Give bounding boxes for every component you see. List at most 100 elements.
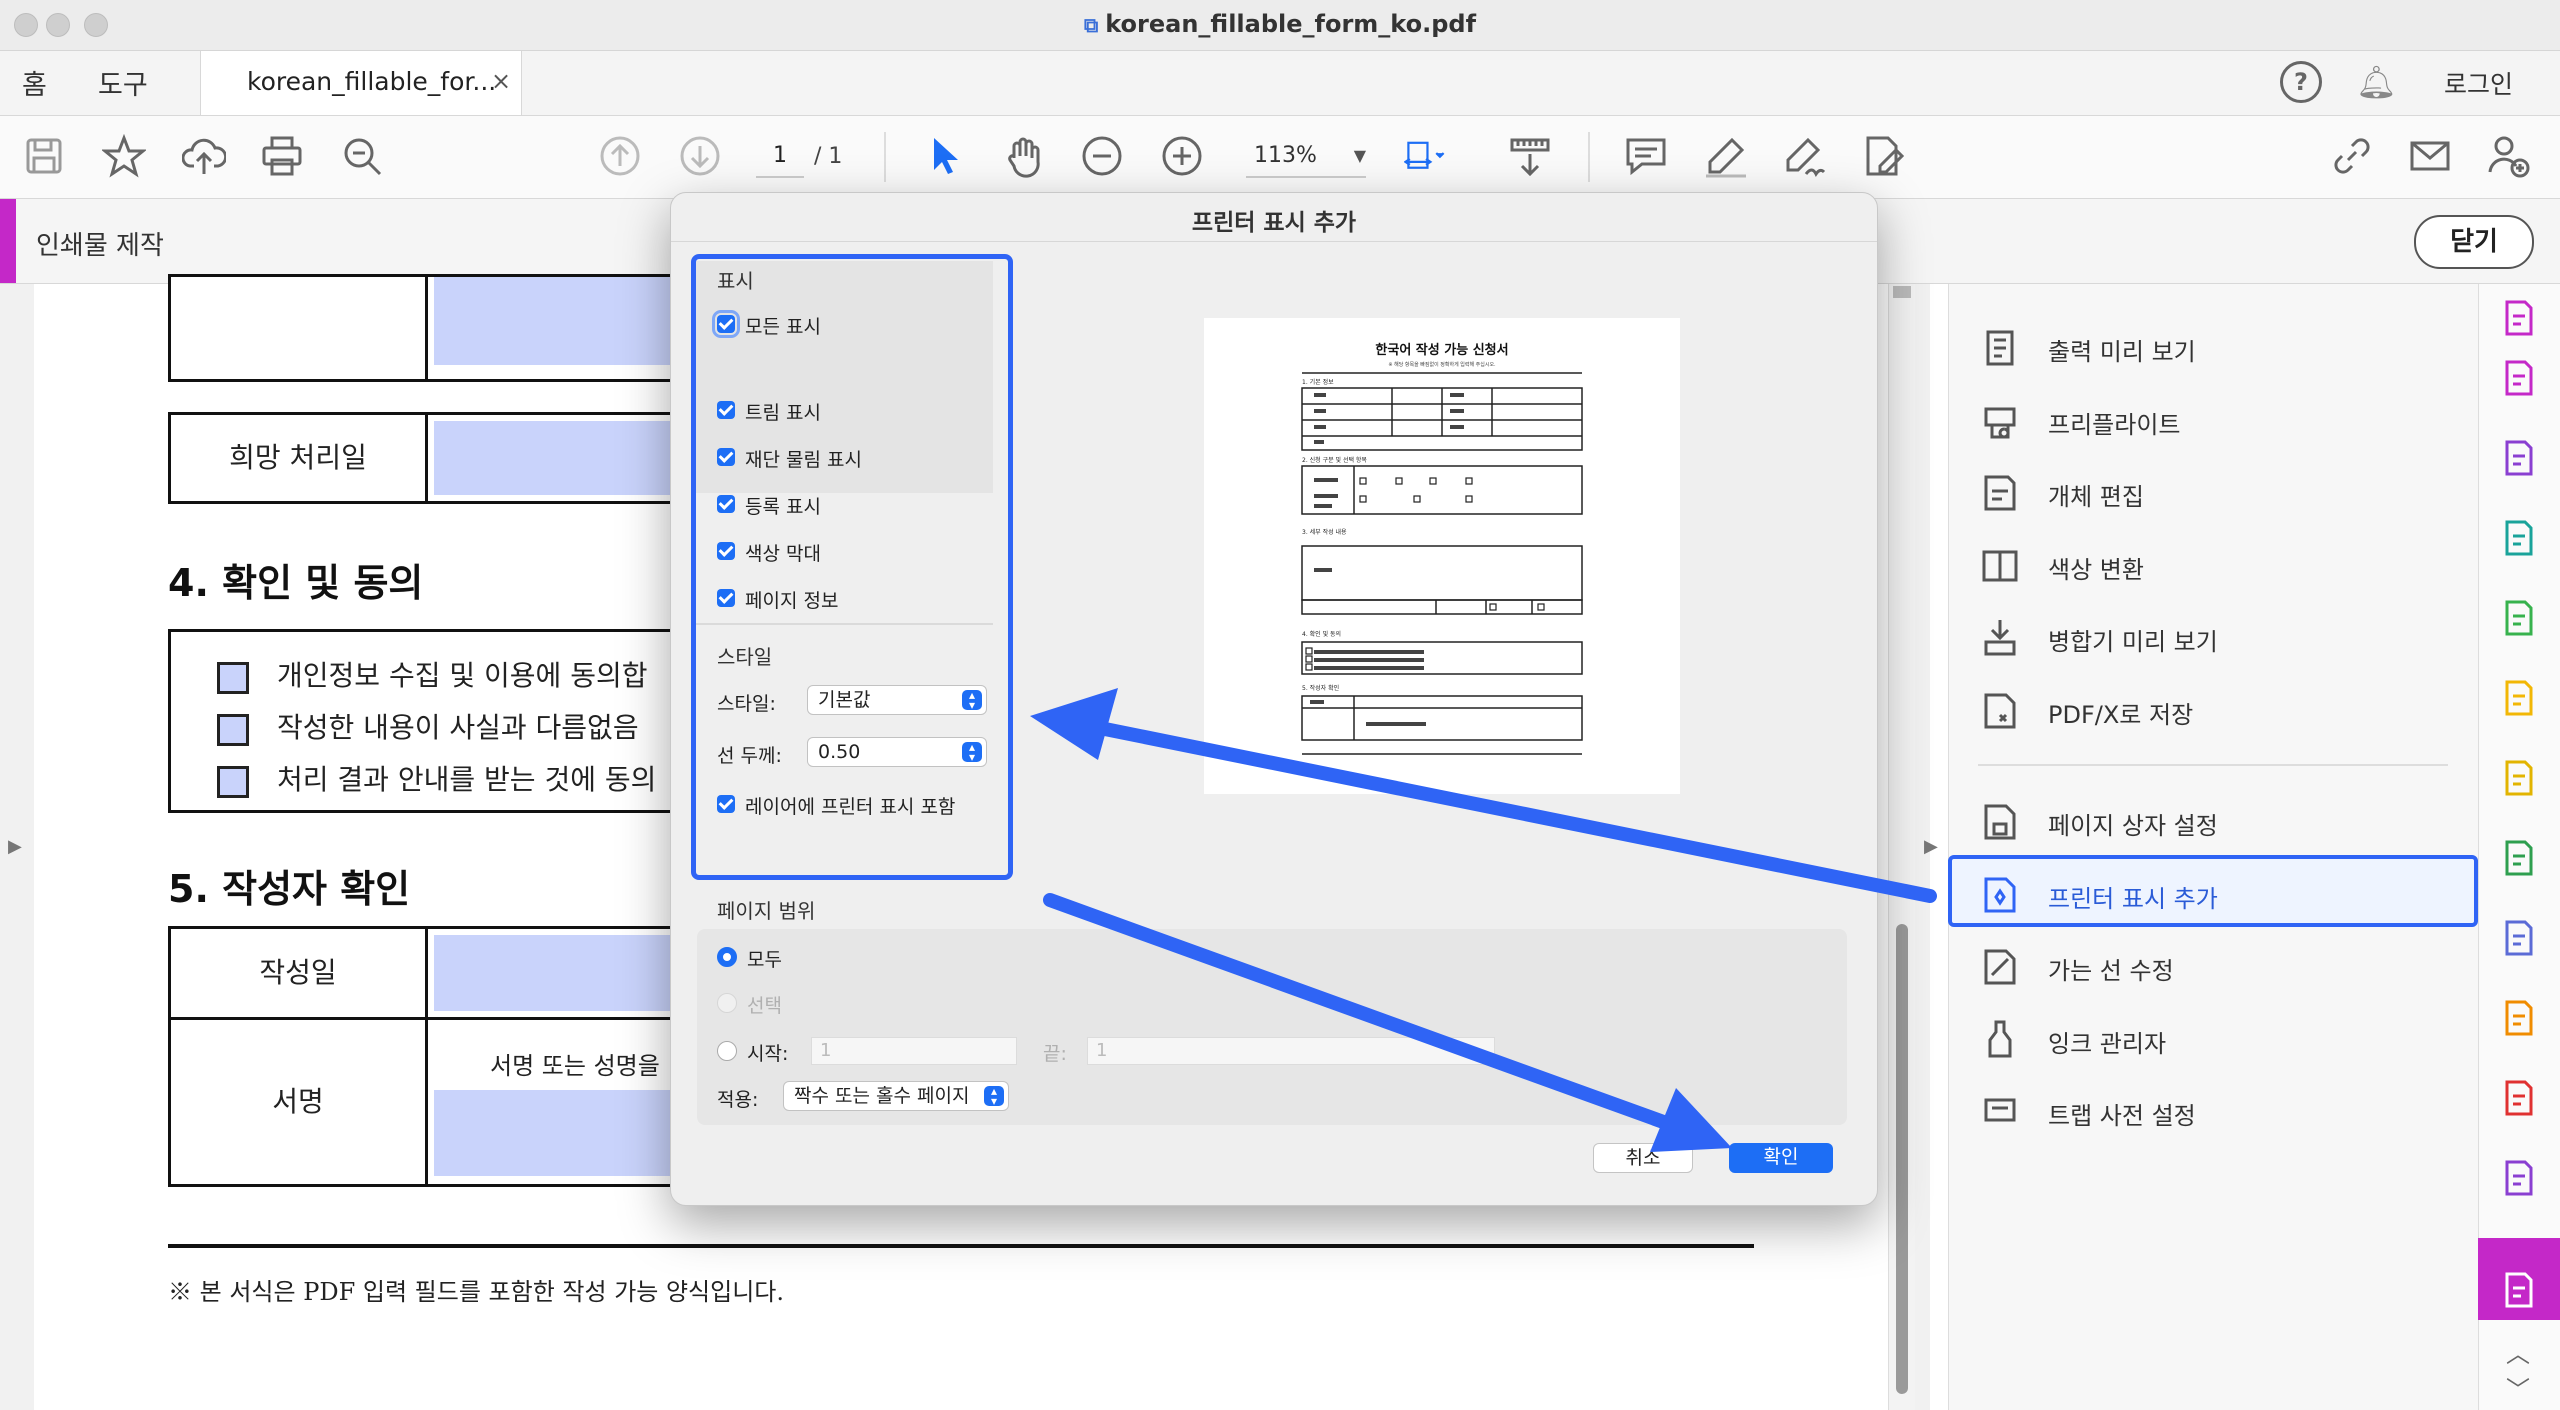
- panel-item-preflight[interactable]: 프리플라이트: [1978, 389, 2458, 453]
- rail-tool-icon[interactable]: [2497, 1156, 2541, 1200]
- share-link-icon[interactable]: [2330, 134, 2374, 178]
- rail-tool-icon[interactable]: [2497, 296, 2541, 340]
- left-panel-toggle-icon[interactable]: ▶: [8, 836, 22, 857]
- cancel-button[interactable]: 취소: [1593, 1143, 1693, 1173]
- range-pages-radio[interactable]: [717, 1041, 737, 1061]
- rail-tool-icon[interactable]: [2497, 1268, 2541, 1312]
- chevron-up-icon[interactable]: ︿: [2506, 1334, 2530, 1369]
- chevron-down-icon[interactable]: ﹀: [2506, 1370, 2530, 1405]
- print-icon[interactable]: [260, 134, 304, 178]
- row-label-date: 작성일: [168, 926, 428, 1020]
- rail-tool-icon[interactable]: [2497, 356, 2541, 400]
- tab-home[interactable]: 홈: [22, 63, 47, 102]
- save-icon[interactable]: [22, 134, 66, 178]
- panel-item-trap-presets[interactable]: 트랩 사전 설정: [1978, 1080, 2458, 1144]
- output-preview-icon: [1978, 326, 2022, 370]
- rail-tool-icon[interactable]: [2497, 596, 2541, 640]
- apply-select[interactable]: 짝수 또는 홀수 페이지 ▴ ▾: [783, 1081, 1009, 1111]
- next-page-icon[interactable]: [678, 134, 722, 178]
- panel-item-save-as-pdfx[interactable]: PDF/X로 저장: [1978, 679, 2458, 743]
- rail-tool-icon[interactable]: [2497, 676, 2541, 720]
- consent-checkbox-3[interactable]: [217, 766, 249, 798]
- rail-tool-icon[interactable]: [2497, 996, 2541, 1040]
- consent-text-1: 개인정보 수집 및 이용에 동의합: [277, 659, 648, 692]
- tab-document[interactable]: korean_fillable_for... ×: [200, 51, 522, 115]
- close-tab-button[interactable]: ×: [491, 67, 511, 95]
- panel-item-fix-hairlines[interactable]: 가는 선 수정: [1978, 935, 2458, 999]
- page-total: / 1: [814, 144, 843, 169]
- panel-item-label: 개체 편집: [2048, 483, 2144, 511]
- scroll-top-marker: [1893, 286, 1911, 298]
- rail-tool-icon[interactable]: [2497, 836, 2541, 880]
- rail-tool-icon[interactable]: [2497, 916, 2541, 960]
- rail-tool-icon[interactable]: [2497, 1076, 2541, 1120]
- sign-icon[interactable]: [1782, 134, 1826, 178]
- scroll-mode-icon[interactable]: [1508, 134, 1552, 178]
- panel-item-output-preview[interactable]: 출력 미리 보기: [1978, 316, 2458, 380]
- range-all-radio[interactable]: [717, 947, 737, 967]
- previous-page-icon[interactable]: [598, 134, 642, 178]
- tool-accent-bar: [0, 199, 16, 283]
- tab-tools[interactable]: 도구: [98, 63, 148, 102]
- edit-pdf-icon[interactable]: [1860, 134, 1905, 178]
- divider-line: [168, 1244, 1754, 1248]
- scrollbar-thumb[interactable]: [1896, 924, 1908, 1394]
- add-user-icon[interactable]: [2486, 134, 2530, 178]
- hand-tool-icon[interactable]: [1002, 134, 1046, 178]
- zoom-in-icon[interactable]: [1160, 134, 1204, 178]
- close-tool-button[interactable]: 닫기: [2414, 215, 2534, 269]
- search-icon[interactable]: [340, 134, 384, 178]
- range-to-input[interactable]: 1: [1087, 1037, 1495, 1065]
- panel-item-label: 페이지 상자 설정: [2048, 812, 2218, 840]
- zoom-select[interactable]: 113% ▼: [1246, 136, 1366, 178]
- star-icon[interactable]: [100, 133, 148, 178]
- cloud-upload-icon[interactable]: [181, 134, 228, 178]
- preview-section3: 3. 세부 작성 내용: [1302, 528, 1347, 536]
- select-cursor-icon[interactable]: [922, 134, 966, 178]
- panel-item-ink-manager[interactable]: 잉크 관리자: [1978, 1008, 2458, 1072]
- consent-checkbox-1[interactable]: [217, 662, 249, 694]
- panel-item-label: 색상 변환: [2048, 555, 2144, 584]
- panel-item-add-printer-marks[interactable]: 프린터 표시 추가: [1978, 863, 2458, 927]
- set-page-boxes-icon: [1978, 800, 2022, 844]
- range-from-input[interactable]: 1: [811, 1037, 1017, 1065]
- consent-text-3: 처리 결과 안내를 받는 것에 동의: [277, 763, 657, 796]
- panel-item-convert-colors[interactable]: 색상 변환: [1978, 534, 2458, 598]
- panel-item-edit-object[interactable]: 개체 편집: [1978, 461, 2458, 525]
- apply-label: 적용:: [717, 1089, 759, 1111]
- help-icon[interactable]: ?: [2280, 61, 2322, 103]
- consent-text-2: 작성한 내용이 사실과 다름없음: [277, 711, 639, 744]
- email-icon[interactable]: [2408, 134, 2452, 178]
- consent-checkbox-2[interactable]: [217, 714, 249, 746]
- rail-tool-icon[interactable]: [2497, 756, 2541, 800]
- fit-page-icon[interactable]: [1403, 134, 1464, 178]
- panel-item-set-page-boxes[interactable]: 페이지 상자 설정: [1978, 790, 2458, 854]
- bell-icon[interactable]: 🔔︎: [2356, 63, 2397, 101]
- chevron-down-icon: ▼: [1353, 146, 1366, 165]
- rail-tool-icon[interactable]: [2497, 436, 2541, 480]
- document-scrollbar[interactable]: [1888, 284, 1915, 1410]
- range-selection-radio[interactable]: [717, 993, 737, 1013]
- tool-title: 인쇄물 제작: [36, 231, 164, 261]
- panel-item-flattener-preview[interactable]: 병합기 미리 보기: [1978, 606, 2458, 670]
- ok-button[interactable]: 확인: [1729, 1143, 1833, 1173]
- panel-item-label: 병합기 미리 보기: [2048, 628, 2218, 656]
- highlight-pen-icon[interactable]: [1704, 134, 1748, 178]
- preview-section4: 4. 확인 및 동의: [1302, 630, 1341, 638]
- dialog-title: 프린터 표시 추가: [1191, 210, 1357, 236]
- rail-tool-icon[interactable]: [2497, 516, 2541, 560]
- save-as-pdfx-icon: [1978, 689, 2022, 733]
- panel-item-label: 잉크 관리자: [2048, 1029, 2167, 1058]
- dialog-divider: [671, 241, 1877, 242]
- edit-object-icon: [1978, 471, 2022, 515]
- preview-section5: 5. 작성자 확인: [1302, 684, 1339, 692]
- page-range-label: 페이지 범위: [717, 899, 816, 923]
- comment-icon[interactable]: [1624, 134, 1668, 178]
- preview-page-graphic: 한국어 작성 가능 신청서 ※ 해당 항목을 빠짐없이 정확하게 입력해 주십시…: [1301, 342, 1583, 755]
- page-number-input[interactable]: 1: [756, 136, 804, 178]
- login-button[interactable]: 로그인: [2444, 65, 2513, 101]
- add-printer-marks-icon: [1978, 873, 2022, 917]
- zoom-out-icon[interactable]: [1080, 134, 1124, 178]
- panel-item-label: 프리플라이트: [2048, 410, 2181, 439]
- right-panel-toggle-icon[interactable]: ▶: [1924, 836, 1938, 857]
